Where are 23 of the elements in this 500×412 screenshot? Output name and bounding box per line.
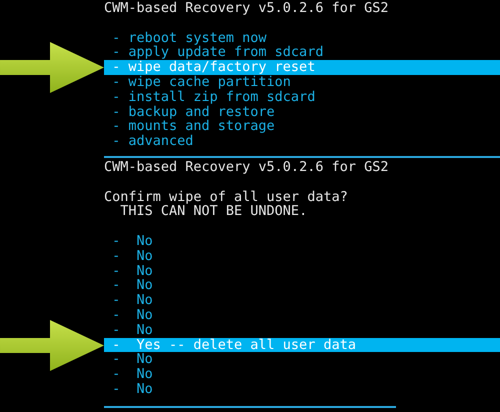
menu-item[interactable]: - No [104, 234, 500, 249]
menu-item[interactable]: - apply update from sdcard [104, 45, 500, 60]
menu-item[interactable]: - No [104, 278, 500, 294]
menu-item[interactable]: - No [104, 322, 500, 338]
prompt-text: Confirm wipe of all user data? [104, 190, 348, 204]
arrow-icon [0, 42, 104, 94]
menu-item[interactable]: - backup and restore [104, 104, 500, 120]
menu-item[interactable]: - reboot system now [104, 30, 500, 46]
arrow-icon [0, 320, 104, 371]
menu-item[interactable]: - install zip from sdcard [104, 90, 500, 105]
menu-item[interactable]: - No [104, 382, 500, 397]
menu-item[interactable]: - No [104, 308, 500, 323]
menu-item[interactable]: - No [104, 264, 500, 278]
screen-title: CWM-based Recovery v5.0.2.6 for GS2 [104, 160, 388, 175]
menu-item[interactable]: - advanced [104, 134, 500, 149]
menu-item[interactable]: - No [104, 293, 500, 308]
prompt-text: THIS CAN NOT BE UNDONE. [119, 204, 308, 220]
menu-item[interactable]: - wipe cache partition [104, 74, 500, 90]
menu-item[interactable]: - No [104, 352, 500, 368]
menu-item[interactable]: - No [104, 248, 500, 264]
screen-title: CWM-based Recovery v5.0.2.6 for GS2 [104, 1, 388, 16]
menu-item[interactable]: - mounts and storage [104, 119, 500, 134]
menu-item[interactable]: - No [104, 367, 500, 382]
